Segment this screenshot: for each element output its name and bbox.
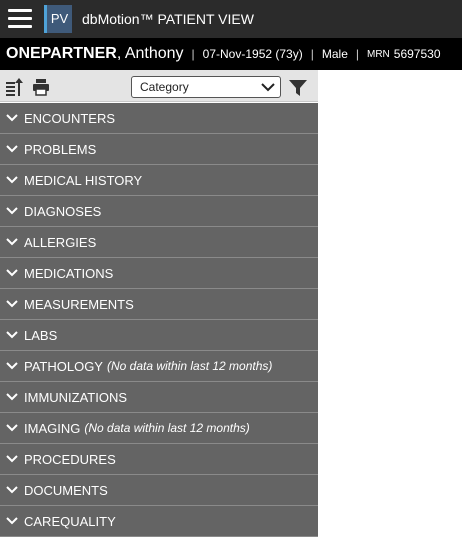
section-label: MEDICATIONS [24, 265, 114, 281]
chevron-down-icon [261, 83, 275, 92]
category-select-value: Category [140, 80, 189, 94]
chevron-down-icon [6, 176, 18, 184]
separator: | [310, 47, 314, 61]
section-label: IMAGING [24, 420, 81, 436]
app-title: dbMotion™ PATIENT VIEW [82, 11, 254, 27]
section-label: PROBLEMS [24, 141, 97, 157]
section-label: DIAGNOSES [24, 203, 102, 219]
print-icon[interactable] [32, 78, 50, 96]
chevron-down-icon [6, 455, 18, 463]
section-header[interactable]: LABS [0, 320, 318, 351]
section-header[interactable]: IMMUNIZATIONS [0, 382, 318, 413]
section-header[interactable]: MEDICATIONS [0, 258, 318, 289]
chevron-down-icon [6, 269, 18, 277]
app-logo: PV [44, 5, 72, 33]
category-select[interactable]: Category [131, 76, 281, 98]
filter-icon[interactable] [289, 79, 307, 97]
patient-last-name: ONEPARTNER [6, 45, 117, 62]
section-note: (No data within last 12 months) [84, 421, 250, 435]
section-label: LABS [24, 327, 58, 343]
section-label: DOCUMENTS [24, 482, 108, 498]
section-header[interactable]: MEDICAL HISTORY [0, 165, 318, 196]
patient-name: ONEPARTNER, Anthony [6, 45, 184, 63]
section-label: ALLERGIES [24, 234, 97, 250]
patient-mrn: 5697530 [393, 47, 441, 61]
section-header[interactable]: PROCEDURES [0, 444, 318, 475]
section-header[interactable]: IMAGING (No data within last 12 months) [0, 413, 318, 444]
separator: | [191, 47, 195, 61]
patient-dob: 07-Nov-1952 (73y) [202, 47, 303, 61]
chevron-down-icon [6, 517, 18, 525]
section-header[interactable]: MEASUREMENTS [0, 289, 318, 320]
menu-icon[interactable] [8, 8, 32, 30]
section-label: IMMUNIZATIONS [24, 389, 128, 405]
section-header[interactable]: ALLERGIES [0, 227, 318, 258]
section-header[interactable]: PATHOLOGY (No data within last 12 months) [0, 351, 318, 382]
separator: | [355, 47, 359, 61]
section-header[interactable]: ENCOUNTERS [0, 103, 318, 134]
section-header[interactable]: DIAGNOSES [0, 196, 318, 227]
chevron-down-icon [6, 331, 18, 339]
section-label: PROCEDURES [24, 451, 116, 467]
chevron-down-icon [6, 145, 18, 153]
section-label: PATHOLOGY [24, 358, 103, 374]
section-list: ENCOUNTERS PROBLEMS MEDICAL HISTORY DIAGNOS… [0, 103, 318, 537]
panel-toolbar: Category [0, 70, 318, 102]
chevron-down-icon [6, 114, 18, 122]
patient-first-name: , Anthony [116, 45, 184, 62]
section-label: ENCOUNTERS [24, 110, 116, 126]
section-note: (No data within last 12 months) [106, 359, 273, 373]
section-label: MEASUREMENTS [24, 296, 134, 312]
section-label: CAREQUALITY [24, 513, 116, 529]
chevron-down-icon [6, 207, 18, 215]
section-header[interactable]: CAREQUALITY [0, 506, 318, 537]
section-header[interactable]: PROBLEMS [0, 134, 318, 165]
section-label: MEDICAL HISTORY [24, 172, 143, 188]
clinical-panel: Category ENCOUNTERS PROBLEMS MEDICAL HISTO… [0, 70, 318, 542]
section-header[interactable]: DOCUMENTS [0, 475, 318, 506]
app-header: PV dbMotion™ PATIENT VIEW [0, 0, 462, 38]
chevron-down-icon [6, 393, 18, 401]
chevron-down-icon [6, 362, 18, 370]
patient-banner: ONEPARTNER, Anthony | 07-Nov-1952 (73y) … [0, 38, 462, 70]
sort-icon[interactable] [5, 78, 23, 96]
patient-sex: Male [321, 47, 348, 61]
chevron-down-icon [6, 486, 18, 494]
chevron-down-icon [6, 238, 18, 246]
mrn-label: MRN [367, 48, 390, 60]
chevron-down-icon [6, 424, 18, 432]
chevron-down-icon [6, 300, 18, 308]
